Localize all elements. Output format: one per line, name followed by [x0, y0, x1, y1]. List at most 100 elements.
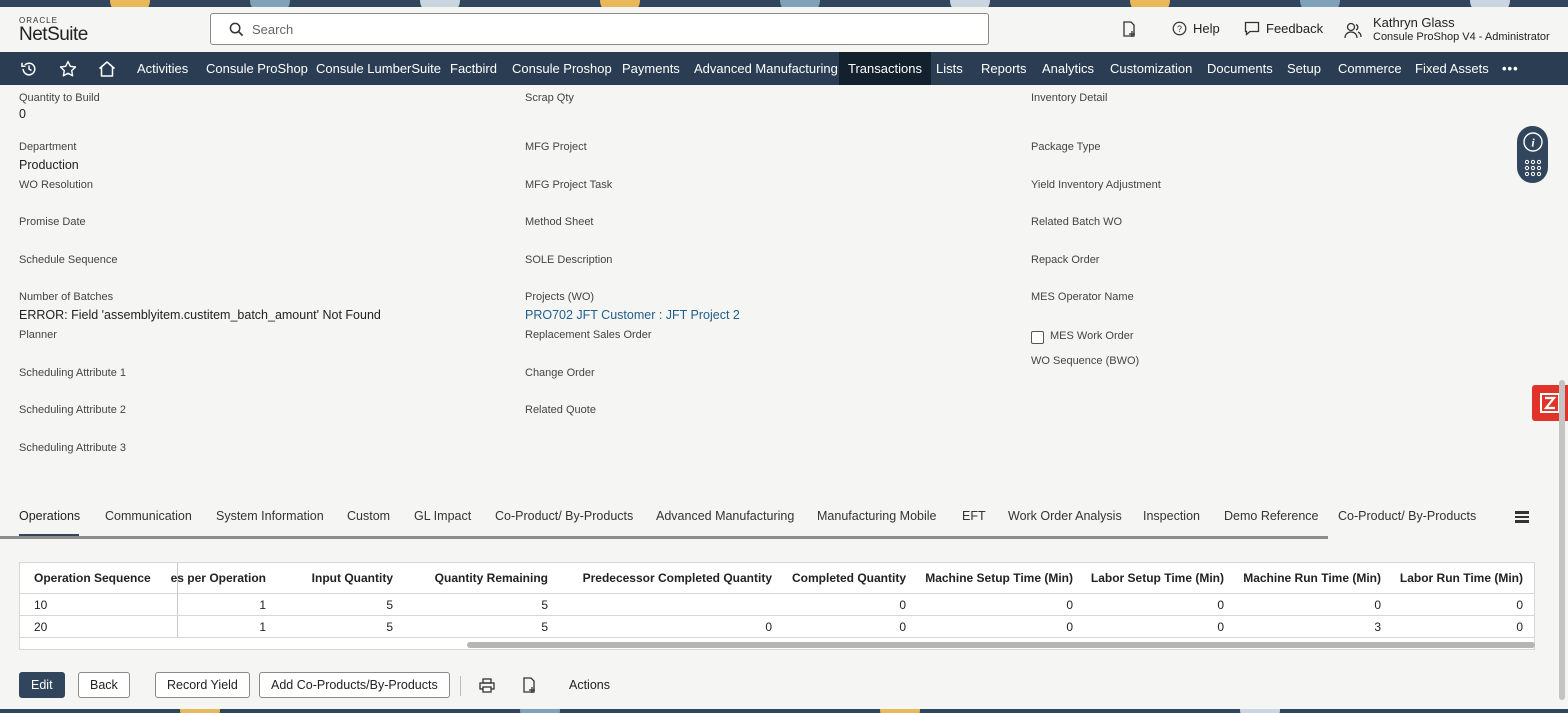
- tabs-scrollbar[interactable]: [0, 536, 1328, 539]
- user-role: Consule ProShop V4 - Administrator: [1373, 31, 1550, 43]
- col-machine-run-time[interactable]: Machine Run Time (Min): [1243, 571, 1381, 585]
- promise-date-label: Promise Date: [19, 216, 86, 228]
- nav-customization[interactable]: Customization: [1101, 52, 1201, 85]
- print-icon[interactable]: [479, 678, 495, 698]
- feedback-button[interactable]: Feedback: [1244, 21, 1323, 36]
- col-quantity-remaining[interactable]: Quantity Remaining: [435, 571, 548, 585]
- search-icon: [229, 22, 244, 37]
- col-operation-sequence[interactable]: Operation Sequence: [34, 571, 151, 585]
- nav-consule-proshop-2[interactable]: Consule Proshop: [503, 52, 621, 85]
- tab-gl-impact[interactable]: GL Impact: [414, 509, 471, 523]
- mfg-project-label: MFG Project: [525, 141, 587, 153]
- help-button[interactable]: ? Help: [1172, 21, 1220, 36]
- col-predecessor-completed-quantity[interactable]: Predecessor Completed Quantity: [583, 571, 772, 585]
- projects-wo-link[interactable]: PRO702 JFT Customer : JFT Project 2: [525, 308, 740, 322]
- cell-per-operation: 1: [259, 598, 266, 612]
- nav-commerce[interactable]: Commerce: [1329, 52, 1411, 85]
- number-of-batches-value: ERROR: Field 'assemblyitem.custitem_batc…: [19, 308, 381, 322]
- tab-operations[interactable]: Operations: [19, 509, 80, 523]
- zone-logo-icon: [1540, 393, 1560, 413]
- nav-lists[interactable]: Lists: [927, 52, 972, 85]
- nav-activities[interactable]: Activities: [128, 52, 197, 85]
- recent-records-icon[interactable]: [1121, 21, 1137, 43]
- nav-reports[interactable]: Reports: [972, 52, 1036, 85]
- nav-consule-proshop[interactable]: Consule ProShop: [197, 52, 317, 85]
- department-label: Department: [19, 141, 77, 153]
- recent-history-icon[interactable]: [11, 52, 47, 85]
- page-vertical-scrollbar[interactable]: [1559, 380, 1565, 700]
- operations-grid: Operation Sequence es per Operation Inpu…: [19, 562, 1535, 650]
- search-input[interactable]: [252, 20, 952, 38]
- col-labor-setup-time[interactable]: Labor Setup Time (Min): [1091, 571, 1224, 585]
- quantity-to-build-value: 0: [19, 107, 26, 121]
- grid-header-divider: [20, 593, 1534, 594]
- mes-work-order-checkbox[interactable]: [1031, 331, 1044, 344]
- col-machine-setup-time[interactable]: Machine Setup Time (Min): [925, 571, 1073, 585]
- nav-more[interactable]: •••: [1493, 52, 1528, 85]
- feedback-icon: [1244, 21, 1260, 36]
- tab-work-order-analysis[interactable]: Work Order Analysis: [1008, 509, 1122, 523]
- keypad-icon: [1524, 159, 1541, 177]
- scrap-qty-label: Scrap Qty: [525, 92, 574, 104]
- cell-operation-sequence: 20: [34, 620, 48, 634]
- new-document-icon[interactable]: [521, 677, 537, 699]
- col-per-operation[interactable]: es per Operation: [171, 571, 266, 585]
- netsuite-wordmark: NetSuite: [19, 24, 88, 45]
- action-buttons-bar: Edit Back Record Yield Add Co-Products/B…: [0, 660, 1568, 709]
- nav-fixed-assets[interactable]: Fixed Assets: [1406, 52, 1498, 85]
- nav-payments[interactable]: Payments: [613, 52, 689, 85]
- tab-manufacturing-mobile[interactable]: Manufacturing Mobile: [817, 509, 937, 523]
- back-button[interactable]: Back: [78, 672, 130, 698]
- projects-wo-label: Projects (WO): [525, 291, 595, 303]
- quantity-to-build-label: Quantity to Build: [19, 92, 100, 104]
- tab-eft[interactable]: EFT: [962, 509, 986, 523]
- nav-setup[interactable]: Setup: [1278, 52, 1330, 85]
- tab-co-product-by-products-2[interactable]: Co-Product/ By-Products: [1338, 509, 1476, 523]
- subtabs-bar: Operations Communication System Informat…: [0, 497, 1568, 541]
- inventory-detail-label: Inventory Detail: [1031, 92, 1108, 104]
- work-order-fields: Quantity to Build 0 Scrap Qty Inventory …: [0, 85, 1568, 497]
- tab-advanced-manufacturing[interactable]: Advanced Manufacturing: [656, 509, 794, 523]
- yield-inventory-adjustment-label: Yield Inventory Adjustment: [1031, 179, 1161, 191]
- row-divider: [20, 615, 1534, 616]
- sole-description-label: SOLE Description: [525, 254, 613, 266]
- frozen-column-divider: [177, 563, 178, 638]
- nav-advanced-manufacturing[interactable]: Advanced Manufacturing: [685, 52, 847, 85]
- mes-work-order-label: MES Work Order: [1050, 330, 1134, 342]
- col-completed-quantity[interactable]: Completed Quantity: [792, 571, 906, 585]
- tab-communication[interactable]: Communication: [105, 509, 192, 523]
- grid-horizontal-scrollbar[interactable]: [467, 642, 1535, 648]
- favorites-star-icon[interactable]: [50, 52, 86, 85]
- add-co-products-button[interactable]: Add Co-Products/By-Products: [259, 672, 450, 698]
- nav-analytics[interactable]: Analytics: [1033, 52, 1103, 85]
- mes-operator-name-label: MES Operator Name: [1031, 291, 1134, 303]
- tabs-menu-icon[interactable]: [1514, 509, 1530, 530]
- repack-order-label: Repack Order: [1031, 254, 1100, 266]
- cell-machine-run-time: 3: [1374, 620, 1381, 634]
- record-yield-button[interactable]: Record Yield: [155, 672, 250, 698]
- tab-system-information[interactable]: System Information: [216, 509, 324, 523]
- netsuite-logo[interactable]: ORACLE NetSuite: [19, 16, 88, 45]
- info-widget[interactable]: i: [1517, 126, 1548, 183]
- tab-inspection[interactable]: Inspection: [1143, 509, 1200, 523]
- bottom-decorative-band: [0, 709, 1568, 713]
- related-quote-label: Related Quote: [525, 404, 596, 416]
- edit-button[interactable]: Edit: [19, 672, 65, 698]
- mfg-project-task-label: MFG Project Task: [525, 179, 613, 191]
- nav-consule-lumbersuite[interactable]: Consule LumberSuite: [307, 52, 450, 85]
- home-icon[interactable]: [89, 52, 125, 85]
- info-icon: i: [1522, 132, 1543, 152]
- tab-custom[interactable]: Custom: [347, 509, 390, 523]
- global-search[interactable]: [210, 13, 989, 45]
- cell-input-quantity: 5: [386, 598, 393, 612]
- tab-demo-reference[interactable]: Demo Reference: [1224, 509, 1319, 523]
- nav-transactions[interactable]: Transactions: [839, 52, 931, 85]
- actions-menu[interactable]: Actions: [569, 678, 610, 692]
- col-labor-run-time[interactable]: Labor Run Time (Min): [1400, 571, 1523, 585]
- tab-co-product-by-products[interactable]: Co-Product/ By-Products: [495, 509, 633, 523]
- cell-completed-quantity: 0: [899, 620, 906, 634]
- department-value: Production: [19, 158, 79, 172]
- col-input-quantity[interactable]: Input Quantity: [312, 571, 393, 585]
- nav-documents[interactable]: Documents: [1198, 52, 1282, 85]
- nav-factbird[interactable]: Factbird: [441, 52, 506, 85]
